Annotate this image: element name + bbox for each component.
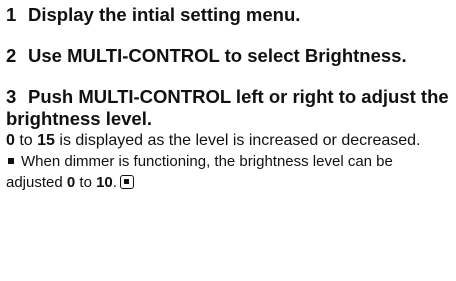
- to-word: to: [19, 132, 33, 149]
- step-number: 1: [6, 4, 17, 25]
- dimmer-note: When dimmer is functioning, the brightne…: [6, 151, 450, 193]
- step-3-heading: 3 Push MULTI-CONTROL left or right to adj…: [6, 86, 450, 130]
- step-2: 2 Use MULTI-CONTROL to select Brightness.: [6, 45, 450, 67]
- step-heading-text: Use MULTI-CONTROL to select Brightness.: [28, 45, 407, 66]
- square-bullet-icon: [8, 158, 14, 165]
- body-rest: is displayed as the level is increased o…: [59, 132, 421, 149]
- range-end: 15: [37, 132, 55, 149]
- note-range-end: 10: [96, 174, 113, 191]
- step-3-body: 0 to 15 is displayed as the level is inc…: [6, 130, 450, 151]
- step-1-heading: 1 Display the intial setting menu.: [6, 4, 450, 26]
- step-3: 3 Push MULTI-CONTROL left or right to adj…: [6, 86, 450, 193]
- instruction-page: 1 Display the intial setting menu. 2 Use M…: [0, 0, 456, 281]
- note-period: .: [112, 174, 117, 191]
- step-number: 3: [6, 86, 17, 107]
- range-start: 0: [6, 132, 15, 149]
- note-range-start: 0: [66, 174, 76, 191]
- note-text: When dimmer is functioning, the brightne…: [6, 153, 393, 191]
- note-to-word: to: [79, 174, 92, 191]
- step-number: 2: [6, 45, 17, 66]
- step-heading-text: Display the intial setting menu.: [28, 4, 301, 25]
- step-2-heading: 2 Use MULTI-CONTROL to select Brightness.: [6, 45, 450, 67]
- step-1: 1 Display the intial setting menu.: [6, 4, 450, 26]
- step-heading-text: Push MULTI-CONTROL left or right to adju…: [6, 86, 449, 129]
- end-of-section-icon: [119, 175, 134, 189]
